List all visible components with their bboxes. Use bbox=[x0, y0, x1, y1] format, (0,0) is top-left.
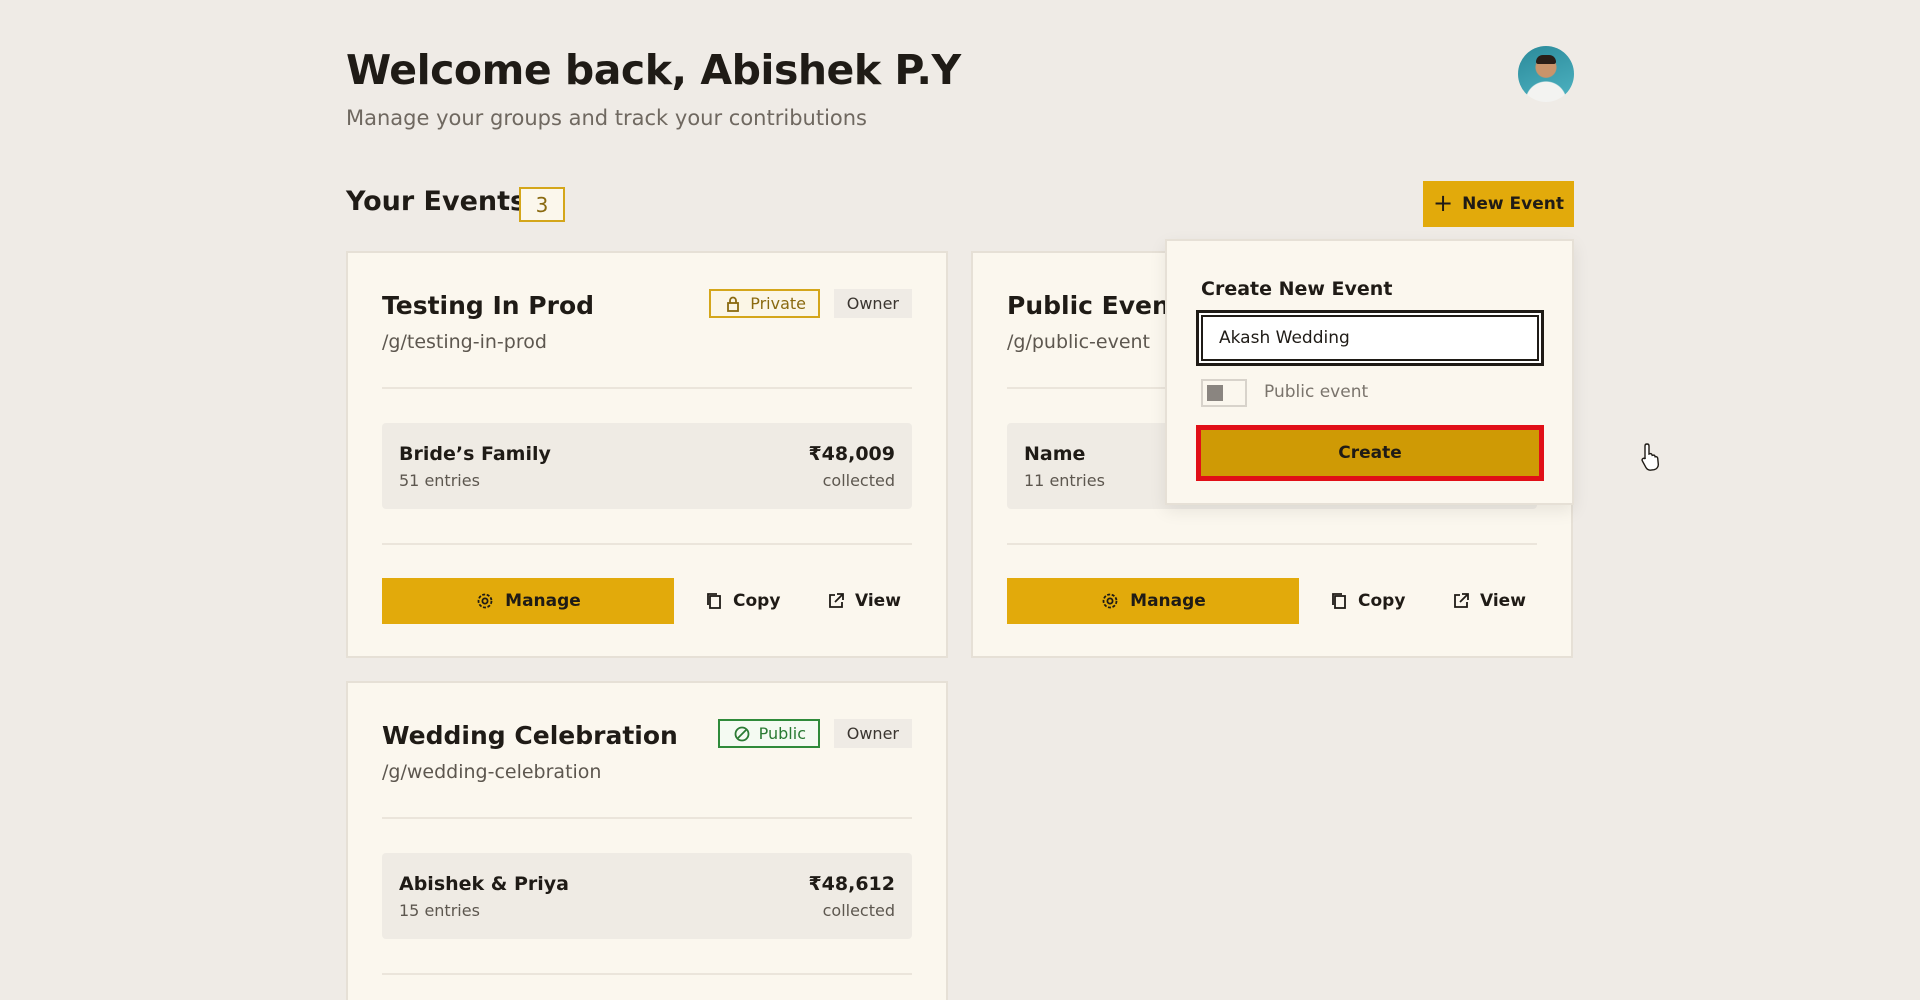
external-link-icon bbox=[1451, 591, 1471, 611]
group-amount: ₹48,009 bbox=[808, 443, 895, 465]
group-summary[interactable]: Abishek & Priya 15 entries ₹48,612 colle… bbox=[382, 853, 912, 939]
group-collected-label: collected bbox=[822, 901, 895, 920]
copy-label: Copy bbox=[1358, 591, 1406, 611]
divider bbox=[382, 543, 912, 545]
event-title: Wedding Celebration bbox=[382, 721, 678, 750]
plus-icon: + bbox=[1433, 189, 1454, 217]
events-count-badge: 3 bbox=[519, 187, 565, 222]
view-label: View bbox=[855, 591, 901, 611]
copy-icon bbox=[1329, 591, 1349, 611]
hand-cursor-icon bbox=[1641, 443, 1660, 471]
divider bbox=[1007, 543, 1537, 545]
event-name-input[interactable] bbox=[1196, 310, 1544, 366]
external-link-icon bbox=[826, 591, 846, 611]
group-collected-label: collected bbox=[822, 471, 895, 490]
public-event-label: Public event bbox=[1264, 382, 1369, 402]
divider bbox=[382, 973, 912, 975]
page: Welcome back, Abishek P.Y Manage your gr… bbox=[346, 0, 1660, 1000]
section-title: Your Events bbox=[346, 186, 527, 217]
copy-label: Copy bbox=[733, 591, 781, 611]
role-badge: Owner bbox=[833, 719, 912, 748]
popover-title: Create New Event bbox=[1201, 278, 1393, 300]
toggle-knob bbox=[1207, 385, 1223, 401]
create-event-popover: Create New Event Public event Create bbox=[1165, 239, 1574, 505]
avatar[interactable] bbox=[1518, 46, 1574, 102]
group-name: Name bbox=[1024, 443, 1086, 465]
visibility-label: Public bbox=[758, 724, 806, 743]
manage-label: Manage bbox=[1130, 591, 1206, 611]
page-title: Welcome back, Abishek P.Y bbox=[346, 46, 961, 94]
new-event-label: New Event bbox=[1462, 194, 1564, 214]
lock-icon bbox=[723, 294, 743, 314]
page-subtitle: Manage your groups and track your contri… bbox=[346, 106, 868, 130]
manage-button[interactable]: Manage bbox=[382, 578, 674, 624]
copy-button[interactable]: Copy bbox=[1329, 578, 1405, 624]
group-entries: 15 entries bbox=[399, 901, 480, 920]
public-event-toggle[interactable] bbox=[1201, 379, 1247, 407]
group-entries: 11 entries bbox=[1024, 471, 1105, 490]
group-amount: ₹48,612 bbox=[808, 873, 895, 895]
visibility-badge: Private bbox=[709, 289, 820, 318]
globe-icon bbox=[732, 724, 752, 744]
gear-icon bbox=[1100, 591, 1120, 611]
divider bbox=[382, 817, 912, 819]
group-name: Bride’s Family bbox=[399, 443, 551, 465]
event-title: Testing In Prod bbox=[382, 291, 595, 320]
new-event-button[interactable]: + New Event bbox=[1423, 181, 1574, 227]
visibility-badge: Public bbox=[717, 719, 820, 748]
view-button[interactable]: View bbox=[826, 578, 901, 624]
copy-icon bbox=[704, 591, 724, 611]
event-slug: /g/public-event bbox=[1007, 331, 1151, 353]
group-name: Abishek & Priya bbox=[399, 873, 569, 895]
event-slug: /g/wedding-celebration bbox=[382, 761, 602, 783]
event-card: Wedding Celebration /g/wedding-celebrati… bbox=[346, 681, 948, 1000]
event-card: Testing In Prod /g/testing-in-prod Priva… bbox=[346, 251, 948, 658]
event-slug: /g/testing-in-prod bbox=[382, 331, 547, 353]
role-badge: Owner bbox=[833, 289, 912, 318]
manage-label: Manage bbox=[505, 591, 581, 611]
manage-button[interactable]: Manage bbox=[1007, 578, 1299, 624]
event-title: Public Event bbox=[1007, 291, 1182, 320]
copy-button[interactable]: Copy bbox=[704, 578, 780, 624]
group-entries: 51 entries bbox=[399, 471, 480, 490]
view-label: View bbox=[1480, 591, 1526, 611]
divider bbox=[382, 387, 912, 389]
view-button[interactable]: View bbox=[1451, 578, 1526, 624]
visibility-label: Private bbox=[750, 294, 806, 313]
gear-icon bbox=[475, 591, 495, 611]
group-summary[interactable]: Bride’s Family 51 entries ₹48,009 collec… bbox=[382, 423, 912, 509]
create-button[interactable]: Create bbox=[1196, 425, 1544, 481]
